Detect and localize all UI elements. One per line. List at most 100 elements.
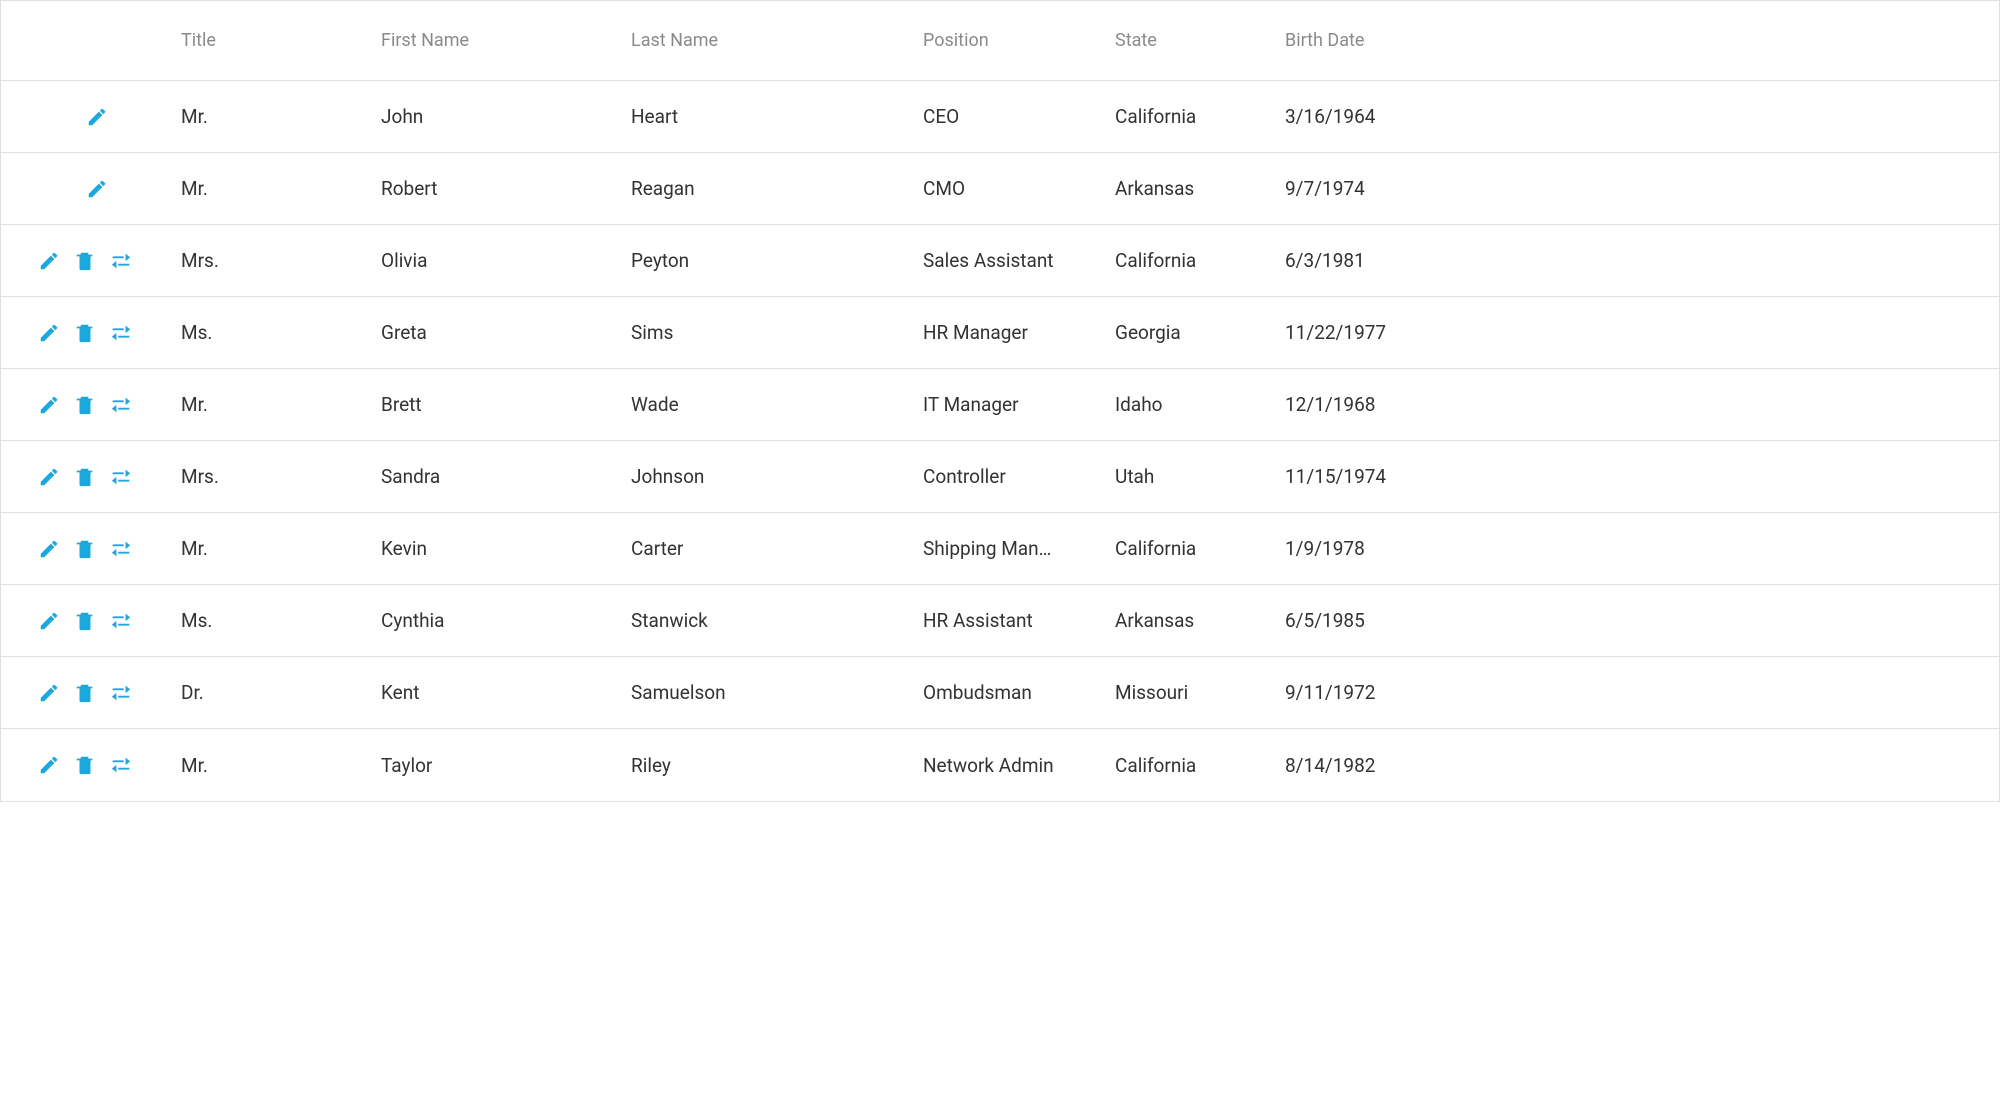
header-state[interactable]: State	[1103, 30, 1273, 51]
edit-button[interactable]	[37, 465, 61, 489]
cell-title: Mrs.	[169, 465, 369, 488]
table-row: Mr.KevinCarterShipping Man…California1/9…	[1, 513, 1999, 585]
cell-state: California	[1103, 105, 1273, 128]
row-actions	[1, 177, 169, 201]
cell-first-name: Brett	[369, 393, 619, 416]
edit-button[interactable]	[37, 321, 61, 345]
cell-last-name: Stanwick	[619, 609, 911, 632]
delete-button[interactable]	[73, 681, 97, 705]
header-position[interactable]: Position	[911, 30, 1103, 51]
delete-button[interactable]	[73, 465, 97, 489]
edit-button[interactable]	[37, 681, 61, 705]
table-row: Dr.KentSamuelsonOmbudsmanMissouri9/11/19…	[1, 657, 1999, 729]
cell-birth-date: 3/16/1964	[1273, 105, 1999, 128]
cell-birth-date: 9/11/1972	[1273, 681, 1999, 704]
edit-icon	[86, 106, 108, 128]
shuffle-button[interactable]	[109, 537, 133, 561]
row-actions	[1, 105, 169, 129]
edit-button[interactable]	[37, 753, 61, 777]
cell-birth-date: 9/7/1974	[1273, 177, 1999, 200]
table-row: Mr.TaylorRileyNetwork AdminCalifornia8/1…	[1, 729, 1999, 801]
data-grid: Title First Name Last Name Position Stat…	[0, 0, 2000, 802]
delete-button[interactable]	[73, 753, 97, 777]
row-actions	[1, 249, 169, 273]
delete-icon	[74, 754, 96, 776]
shuffle-button[interactable]	[109, 681, 133, 705]
cell-position: CEO	[911, 105, 1103, 128]
cell-state: Utah	[1103, 465, 1273, 488]
table-row: Mr.BrettWadeIT ManagerIdaho12/1/1968	[1, 369, 1999, 441]
delete-button[interactable]	[73, 321, 97, 345]
table-row: Ms.CynthiaStanwickHR AssistantArkansas6/…	[1, 585, 1999, 657]
cell-state: Arkansas	[1103, 609, 1273, 632]
cell-title: Dr.	[169, 681, 369, 704]
edit-button[interactable]	[85, 177, 109, 201]
cell-state: Georgia	[1103, 321, 1273, 344]
table-row: Mr.RobertReaganCMOArkansas9/7/1974	[1, 153, 1999, 225]
header-first-name[interactable]: First Name	[369, 30, 619, 51]
cell-state: California	[1103, 754, 1273, 777]
edit-button[interactable]	[37, 393, 61, 417]
cell-birth-date: 6/3/1981	[1273, 249, 1999, 272]
edit-icon	[38, 538, 60, 560]
cell-first-name: John	[369, 105, 619, 128]
row-actions	[1, 609, 169, 633]
cell-title: Ms.	[169, 321, 369, 344]
header-title[interactable]: Title	[169, 30, 369, 51]
row-actions	[1, 321, 169, 345]
cell-first-name: Robert	[369, 177, 619, 200]
cell-first-name: Olivia	[369, 249, 619, 272]
shuffle-button[interactable]	[109, 321, 133, 345]
delete-button[interactable]	[73, 537, 97, 561]
shuffle-icon	[110, 754, 132, 776]
cell-last-name: Wade	[619, 393, 911, 416]
edit-button[interactable]	[37, 249, 61, 273]
cell-birth-date: 8/14/1982	[1273, 754, 1999, 777]
edit-icon	[38, 682, 60, 704]
edit-button[interactable]	[37, 609, 61, 633]
shuffle-button[interactable]	[109, 393, 133, 417]
delete-button[interactable]	[73, 249, 97, 273]
delete-button[interactable]	[73, 609, 97, 633]
cell-title: Mrs.	[169, 249, 369, 272]
shuffle-button[interactable]	[109, 465, 133, 489]
cell-birth-date: 11/15/1974	[1273, 465, 1999, 488]
cell-state: California	[1103, 249, 1273, 272]
header-birth-date[interactable]: Birth Date	[1273, 30, 1999, 51]
row-actions	[1, 393, 169, 417]
delete-icon	[74, 394, 96, 416]
shuffle-icon	[110, 322, 132, 344]
cell-last-name: Reagan	[619, 177, 911, 200]
shuffle-button[interactable]	[109, 753, 133, 777]
cell-title: Mr.	[169, 177, 369, 200]
edit-icon	[38, 610, 60, 632]
row-actions	[1, 465, 169, 489]
table-row: Mr.JohnHeartCEOCalifornia3/16/1964	[1, 81, 1999, 153]
cell-position: Shipping Man…	[911, 537, 1103, 560]
table-row: Ms.GretaSimsHR ManagerGeorgia11/22/1977	[1, 297, 1999, 369]
edit-icon	[86, 178, 108, 200]
cell-title: Mr.	[169, 754, 369, 777]
delete-icon	[74, 322, 96, 344]
row-actions	[1, 537, 169, 561]
delete-icon	[74, 682, 96, 704]
cell-title: Mr.	[169, 393, 369, 416]
shuffle-icon	[110, 466, 132, 488]
edit-button[interactable]	[37, 537, 61, 561]
delete-button[interactable]	[73, 393, 97, 417]
shuffle-button[interactable]	[109, 609, 133, 633]
cell-position: Network Admin	[911, 754, 1103, 777]
cell-last-name: Heart	[619, 105, 911, 128]
cell-position: Ombudsman	[911, 681, 1103, 704]
header-last-name[interactable]: Last Name	[619, 30, 911, 51]
shuffle-icon	[110, 610, 132, 632]
row-actions	[1, 753, 169, 777]
cell-title: Mr.	[169, 537, 369, 560]
cell-title: Mr.	[169, 105, 369, 128]
edit-button[interactable]	[85, 105, 109, 129]
edit-icon	[38, 250, 60, 272]
shuffle-button[interactable]	[109, 249, 133, 273]
cell-last-name: Sims	[619, 321, 911, 344]
cell-last-name: Samuelson	[619, 681, 911, 704]
cell-birth-date: 12/1/1968	[1273, 393, 1999, 416]
